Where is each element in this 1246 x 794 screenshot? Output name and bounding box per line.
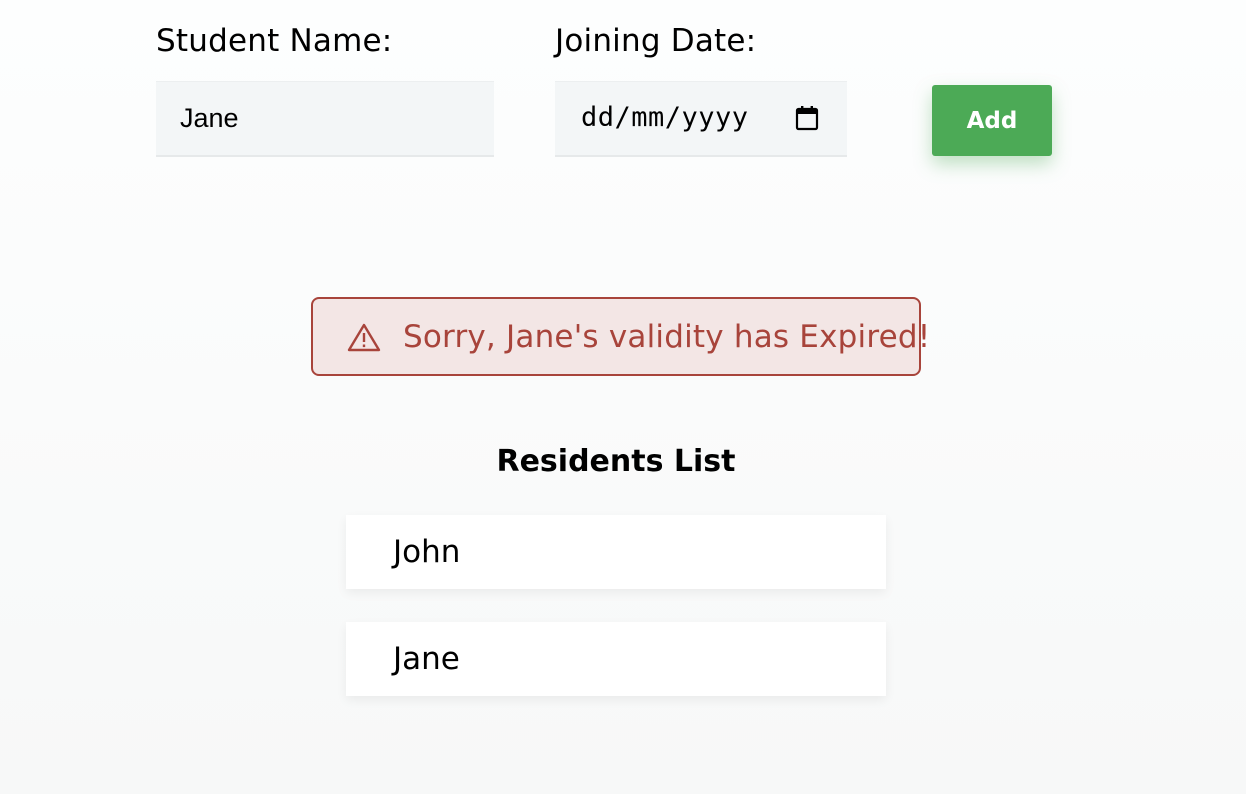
warning-triangle-icon: [347, 323, 381, 351]
expired-alert: Sorry, Jane's validity has Expired!: [311, 297, 930, 376]
residents-list-heading: Residents List: [496, 444, 736, 479]
joining-date-label: Joining Date:: [555, 23, 757, 59]
joining-date-input[interactable]: dd/mm/yyyy: [555, 81, 847, 155]
resident-list-item: Jane: [346, 622, 886, 696]
student-name-label: Student Name:: [156, 23, 393, 59]
student-name-input[interactable]: Jane: [156, 81, 494, 155]
alert-message: Sorry, Jane's validity has Expired!: [403, 318, 931, 355]
add-button[interactable]: Add: [932, 85, 1052, 156]
date-placeholder: dd/mm/yyyy: [581, 102, 749, 133]
calendar-icon[interactable]: [795, 105, 819, 131]
resident-list-item: John: [346, 515, 886, 589]
